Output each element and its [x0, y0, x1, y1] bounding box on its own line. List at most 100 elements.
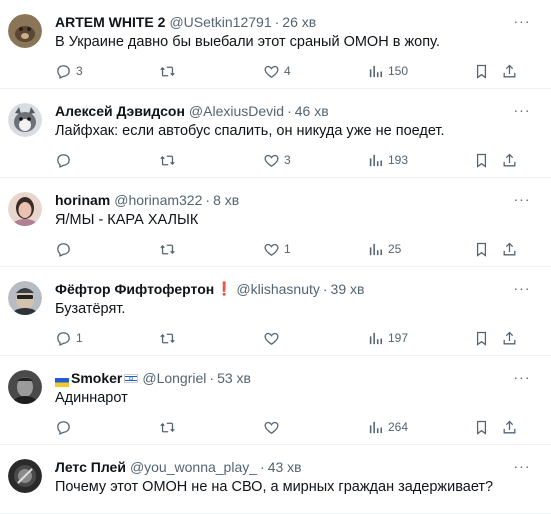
- author-handle[interactable]: @USetkin12791: [169, 14, 271, 30]
- more-icon[interactable]: ···: [511, 279, 533, 299]
- bookmark-button[interactable]: [473, 60, 490, 82]
- like-button[interactable]: 3: [263, 149, 291, 171]
- reply-text: В Украине давно бы выебали этот сраный О…: [55, 34, 440, 50]
- timestamp[interactable]: 46 хв: [295, 103, 329, 119]
- reply-button[interactable]: 3: [55, 60, 83, 82]
- retweet-button[interactable]: [159, 238, 180, 260]
- share-icon: [501, 419, 518, 436]
- author-handle[interactable]: @you_wonna_play_: [130, 459, 257, 475]
- separator-dot: ·: [274, 14, 280, 30]
- views-button[interactable]: 264: [367, 416, 408, 438]
- more-icon[interactable]: ···: [511, 101, 533, 121]
- more-icon[interactable]: ···: [511, 368, 533, 388]
- retweet-button[interactable]: [159, 416, 180, 438]
- book-icon: [473, 330, 490, 347]
- reply-text: Лайфхак: если автобус спалить, он никуда…: [55, 123, 445, 139]
- timestamp[interactable]: 43 хв: [268, 459, 302, 475]
- author-name[interactable]: ARTEM WHITE 2: [55, 14, 165, 30]
- share-button[interactable]: [501, 327, 518, 349]
- separator-dot: ·: [205, 192, 211, 208]
- share-icon: [501, 63, 518, 80]
- author-name[interactable]: horinam: [55, 192, 110, 208]
- views-button[interactable]: 150: [367, 60, 408, 82]
- avatar-image: [8, 459, 42, 493]
- avatar-image: [8, 14, 42, 48]
- avatar[interactable]: [8, 103, 42, 137]
- share-icon: [501, 152, 518, 169]
- like-count: 3: [284, 153, 291, 167]
- author-name[interactable]: Фёфтор Фифтофертон: [55, 281, 214, 297]
- separator-dot: ·: [287, 103, 292, 119]
- retweet-button[interactable]: [159, 60, 180, 82]
- views-button[interactable]: 197: [367, 327, 408, 349]
- like-button[interactable]: [263, 327, 284, 349]
- avatar[interactable]: [8, 459, 42, 493]
- view-icon: [367, 63, 384, 80]
- more-icon[interactable]: ···: [511, 190, 533, 210]
- timestamp[interactable]: 39 хв: [331, 281, 365, 297]
- like-button[interactable]: [263, 416, 284, 438]
- timestamp[interactable]: 8 хв: [213, 192, 239, 208]
- reply-header: ARTEM WHITE 2 @USetkin12791 · 26 хв: [55, 12, 511, 32]
- views-count: 193: [388, 153, 409, 167]
- bookmark-button[interactable]: [473, 238, 490, 260]
- reply-item[interactable]: Smoker @Longriel · 53 хв ··· Адиннарот 264: [0, 356, 551, 445]
- reply-count: 1: [76, 331, 83, 345]
- avatar[interactable]: [8, 192, 42, 226]
- author-handle[interactable]: @AlexiusDevid: [189, 103, 284, 119]
- reply-button[interactable]: 1: [55, 327, 83, 349]
- views-button[interactable]: 25: [367, 238, 401, 260]
- author-name[interactable]: Летс Плей: [55, 459, 126, 475]
- avatar[interactable]: [8, 370, 42, 404]
- reply-item[interactable]: horinam @horinam322 · 8 хв ··· Я/МЫ - КАРА ХА…: [0, 178, 551, 267]
- timestamp[interactable]: 53 хв: [217, 370, 251, 386]
- reply-item[interactable]: Фёфтор Фифтофертон ❗ @klishasnuty · 39 хв ···…: [0, 267, 551, 356]
- separator-dot: ·: [209, 370, 215, 386]
- book-icon: [473, 63, 490, 80]
- share-button[interactable]: [501, 416, 518, 438]
- reply-item[interactable]: Летс Плей @you_wonna_play_ · 43 хв ··· Почему…: [0, 445, 551, 514]
- reply-text: Я/МЫ - КАРА ХАЛЫК: [55, 212, 199, 228]
- rt-icon: [159, 330, 176, 347]
- bookmark-button[interactable]: [473, 149, 490, 171]
- author-name[interactable]: Smoker: [71, 370, 122, 386]
- avatar[interactable]: [8, 281, 42, 315]
- avatar-image: [8, 103, 42, 137]
- reply-icon: [55, 63, 72, 80]
- like-button[interactable]: 1: [263, 238, 291, 260]
- like-icon: [263, 63, 280, 80]
- rt-icon: [159, 63, 176, 80]
- views-button[interactable]: 193: [367, 149, 408, 171]
- book-icon: [473, 241, 490, 258]
- reply-button[interactable]: [55, 238, 76, 260]
- avatar[interactable]: [8, 14, 42, 48]
- reply-button[interactable]: [55, 149, 76, 171]
- more-icon[interactable]: ···: [511, 457, 533, 477]
- like-button[interactable]: 4: [263, 60, 291, 82]
- more-icon[interactable]: ···: [511, 12, 533, 32]
- share-icon: [501, 241, 518, 258]
- author-handle[interactable]: @horinam322: [114, 192, 202, 208]
- reply-header: horinam @horinam322 · 8 хв: [55, 190, 511, 210]
- retweet-button[interactable]: [159, 327, 180, 349]
- action-bar: 3 4 150: [55, 60, 525, 82]
- share-icon: [501, 330, 518, 347]
- bookmark-button[interactable]: [473, 416, 490, 438]
- author-handle[interactable]: @klishasnuty: [236, 281, 319, 297]
- reply-text: Бузатёрят.: [55, 301, 126, 317]
- reply-count: 3: [76, 64, 83, 78]
- share-button[interactable]: [501, 60, 518, 82]
- share-button[interactable]: [501, 238, 518, 260]
- reply-feed: ARTEM WHITE 2 @USetkin12791 · 26 хв ··· В Укр…: [0, 0, 551, 514]
- reply-item[interactable]: ARTEM WHITE 2 @USetkin12791 · 26 хв ··· В Укр…: [0, 0, 551, 89]
- like-count: 1: [284, 242, 291, 256]
- author-name[interactable]: Алексей Дэвидсон: [55, 103, 185, 119]
- reply-button[interactable]: [55, 416, 76, 438]
- bookmark-button[interactable]: [473, 327, 490, 349]
- retweet-button[interactable]: [159, 149, 180, 171]
- share-button[interactable]: [501, 149, 518, 171]
- author-handle[interactable]: @Longriel: [142, 370, 206, 386]
- reply-item[interactable]: Алексей Дэвидсон @AlexiusDevid · 46 хв ··· Ла…: [0, 89, 551, 178]
- view-icon: [367, 152, 384, 169]
- timestamp[interactable]: 26 хв: [282, 14, 316, 30]
